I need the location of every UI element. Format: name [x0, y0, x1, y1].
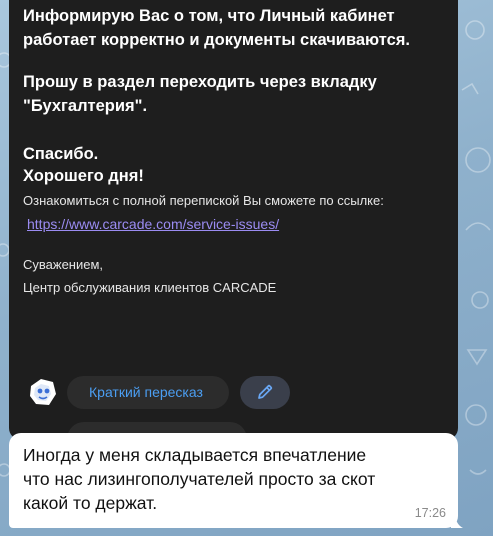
edit-button[interactable] — [240, 376, 290, 409]
message-line: "Бухгалтерия". — [23, 97, 148, 115]
signature-name: Центр обслуживания клиентов CARCADE — [23, 280, 277, 295]
bubble-tail — [451, 512, 463, 528]
reply-line: что нас лизингополучателей просто за ско… — [23, 469, 376, 489]
message-line: Информирую Вас о том, что Личный кабинет — [23, 7, 395, 25]
message-line: Хорошего дня! — [23, 167, 144, 185]
reply-line: какой то держат. — [23, 493, 158, 513]
summary-logo-icon — [30, 379, 56, 405]
service-issues-link[interactable]: https://www.carcade.com/service-issues/ — [27, 215, 279, 233]
message-line: Спасибо. — [23, 145, 99, 163]
message-line: Ознакомиться с полной перепиской Вы смож… — [23, 193, 384, 208]
signature-greeting: Суважением, — [23, 257, 104, 272]
reply-message-text: Иногда у меня складывается впечатление ч… — [23, 443, 443, 515]
summary-button[interactable]: Краткий пересказ — [67, 376, 229, 409]
reply-line: Иногда у меня складывается впечатление — [23, 445, 367, 465]
message-bubble-dark: Информирую Вас о том, что Личный кабинет… — [9, 0, 458, 440]
pencil-icon — [258, 384, 273, 399]
message-line: работает корректно и документы скачивают… — [23, 31, 410, 49]
reply-message-bubble: Иногда у меня складывается впечатление ч… — [9, 433, 458, 528]
message-timestamp: 17:26 — [414, 506, 446, 520]
message-line: Прошу в раздел переходить через вкладку — [23, 73, 377, 91]
